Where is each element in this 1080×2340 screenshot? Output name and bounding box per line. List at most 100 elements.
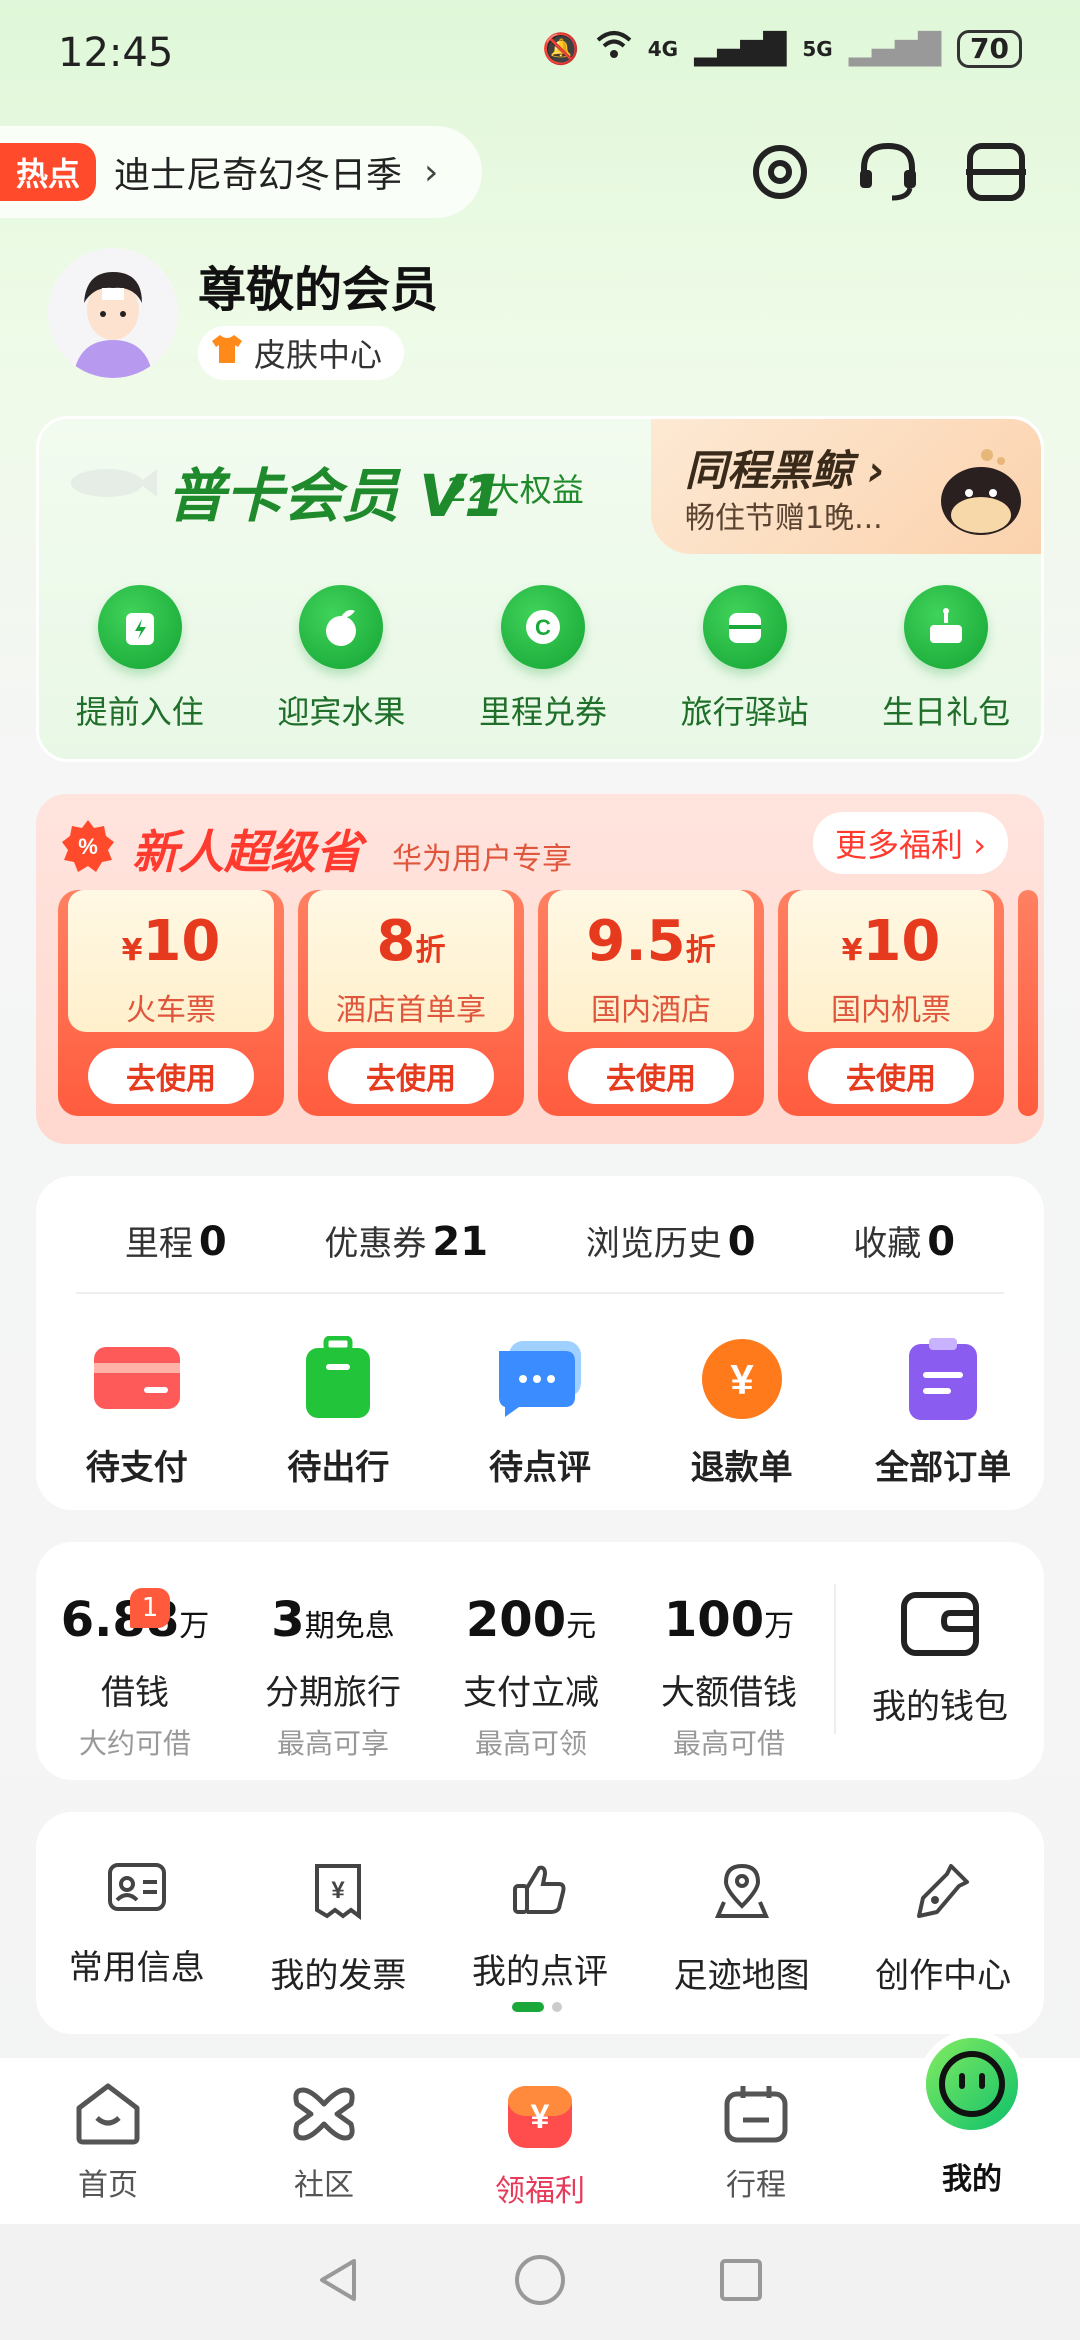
tab-trips[interactable]: 行程 xyxy=(681,2082,831,2204)
order-all[interactable]: 全部订单 xyxy=(858,1338,1028,1489)
back-icon[interactable] xyxy=(314,2255,364,2309)
perk-label: 旅行驿站 xyxy=(680,693,809,731)
order-pending-payment[interactable]: 待支付 xyxy=(52,1338,222,1489)
tool-shortcuts: 常用信息 ¥ 我的发票 我的点评 足迹地图 创作中心 xyxy=(36,1812,1044,1997)
home-icon xyxy=(73,2082,143,2150)
coupon-prefix: ¥ xyxy=(841,933,863,968)
use-coupon-button[interactable]: 去使用 xyxy=(808,1048,974,1104)
customer-service-icon[interactable] xyxy=(852,136,924,208)
wallet-button[interactable]: 我的钱包 xyxy=(834,1584,1044,1734)
tool-invoice[interactable]: ¥ 我的发票 xyxy=(243,1862,433,1997)
use-coupon-button[interactable]: 去使用 xyxy=(568,1048,734,1104)
pen-icon xyxy=(915,1862,971,1924)
coupon-train[interactable]: ¥10 火车票 去使用 xyxy=(58,890,284,1116)
promo-subtitle: 华为用户专享 xyxy=(392,842,572,877)
coupon-peek[interactable] xyxy=(1018,890,1038,1116)
trip-icon xyxy=(721,2082,791,2150)
finance-value: 200 xyxy=(465,1592,567,1648)
perk-travel-station[interactable]: 旅行驿站 xyxy=(655,585,835,733)
finance-value: 3 xyxy=(271,1592,305,1648)
home-nav-icon[interactable] xyxy=(513,2253,567,2311)
tool-footprint-map[interactable]: 足迹地图 xyxy=(647,1862,837,1997)
battery-indicator: 70 xyxy=(957,30,1022,68)
coupon-domestic-hotel[interactable]: 9.5折 国内酒店 去使用 xyxy=(538,890,764,1116)
coupon-name: 国内酒店 xyxy=(591,993,711,1028)
tab-home[interactable]: 首页 xyxy=(33,2082,183,2204)
finance-loan[interactable]: 1 6.88万 借钱 大约可借 xyxy=(36,1588,234,1762)
clipboard-icon xyxy=(898,1338,988,1420)
use-coupon-button[interactable]: 去使用 xyxy=(328,1048,494,1104)
network-5g-label: 5G xyxy=(802,37,833,61)
tab-benefits[interactable]: ¥ 领福利 xyxy=(465,2082,615,2210)
stat-value: 0 xyxy=(927,1219,956,1265)
membership-benefits[interactable]: 22大权益 xyxy=(447,465,584,511)
thumbs-up-icon xyxy=(511,1862,569,1920)
tab-community[interactable]: 社区 xyxy=(249,2082,399,2204)
black-whale-promo[interactable]: 同程黑鲸 › 畅住节赠1晚... xyxy=(651,419,1041,554)
scan-icon[interactable] xyxy=(960,136,1032,208)
recents-icon[interactable] xyxy=(716,2255,766,2309)
settings-icon[interactable] xyxy=(744,136,816,208)
clock: 12:45 xyxy=(58,30,174,76)
coupon-hotel-first[interactable]: 8折 酒店首单享 去使用 xyxy=(298,890,524,1116)
stat-value: 0 xyxy=(198,1219,227,1265)
finance-pay-discount[interactable]: 200元 支付立减 最高可领 xyxy=(432,1594,630,1762)
hot-topic-banner[interactable]: 热点 迪士尼奇幻冬日季 › xyxy=(0,126,482,218)
stat-mileage[interactable]: 里程 0 xyxy=(125,1216,227,1292)
skin-center-button[interactable]: 皮肤中心 xyxy=(198,326,405,380)
tshirt-icon xyxy=(210,333,244,373)
card-icon xyxy=(92,1338,182,1420)
tool-creator-center[interactable]: 创作中心 xyxy=(848,1862,1038,1997)
coupon-flight[interactable]: ¥10 国内机票 去使用 xyxy=(778,890,1004,1116)
perk-mileage-coupon[interactable]: C 里程兑券 xyxy=(453,585,633,733)
tool-common-info[interactable]: 常用信息 xyxy=(42,1862,232,1997)
community-icon xyxy=(289,2082,359,2150)
stat-coupons[interactable]: 优惠券 21 xyxy=(324,1216,488,1292)
order-label: 全部订单 xyxy=(875,1448,1012,1488)
membership-card[interactable]: 普卡会员 V1 22大权益 同程黑鲸 › 畅住节赠1晚... 提前入住 迎宾水果… xyxy=(36,416,1044,762)
promo-title: 新人超级省 xyxy=(132,825,362,879)
stat-history[interactable]: 浏览历史 0 xyxy=(586,1216,756,1292)
hot-topic-text: 迪士尼奇幻冬日季 xyxy=(114,155,403,196)
use-coupon-button[interactable]: 去使用 xyxy=(88,1048,254,1104)
status-bar: 12:45 🔕 4G ▂▄▆█ 5G ▂▄▆█ 70 xyxy=(0,0,1080,110)
tool-reviews[interactable]: 我的点评 xyxy=(445,1862,635,1997)
whale-title: 同程黑鲸 › xyxy=(685,446,885,495)
stat-value: 21 xyxy=(432,1219,489,1265)
orders-card: 里程 0 优惠券 21 浏览历史 0 收藏 0 待支付 待出行 待点评 ¥ 退款单 全部… xyxy=(36,1176,1044,1510)
notification-badge: 1 xyxy=(130,1588,170,1628)
order-pending-review[interactable]: 待点评 xyxy=(455,1338,625,1489)
coupon-value: 8 xyxy=(376,909,416,974)
finance-unit: 期免息 xyxy=(304,1609,395,1644)
order-label: 待点评 xyxy=(488,1448,591,1488)
finance-installment[interactable]: 3期免息 分期旅行 最高可享 xyxy=(234,1594,432,1762)
discount-badge-icon: % xyxy=(60,818,116,878)
order-pending-trip[interactable]: 待出行 xyxy=(253,1336,423,1489)
order-refund[interactable]: ¥ 退款单 xyxy=(657,1338,827,1489)
svg-text:¥: ¥ xyxy=(332,1877,346,1904)
finance-sub: 大约可借 xyxy=(78,1727,191,1760)
finance-value: 100 xyxy=(663,1592,765,1648)
more-benefits-button[interactable]: 更多福利 › xyxy=(813,812,1008,874)
coupon-value: 10 xyxy=(142,909,221,974)
avatar[interactable] xyxy=(48,248,178,378)
suitcase-icon xyxy=(293,1336,383,1420)
order-label: 待支付 xyxy=(85,1448,188,1488)
page-indicator xyxy=(512,2002,562,2012)
tool-label: 足迹地图 xyxy=(673,1956,810,1996)
stat-favorites[interactable]: 收藏 0 xyxy=(853,1216,955,1292)
perk-welcome-fruit[interactable]: 迎宾水果 xyxy=(251,585,431,733)
chevron-right-icon: › xyxy=(424,151,439,193)
order-label: 退款单 xyxy=(690,1448,793,1488)
tab-mine[interactable]: 我的 xyxy=(897,2028,1047,2198)
skin-center-label: 皮肤中心 xyxy=(254,336,383,374)
finance-large-loan[interactable]: 100万 大额借钱 最高可借 xyxy=(630,1594,828,1762)
order-shortcuts: 待支付 待出行 待点评 ¥ 退款单 全部订单 xyxy=(36,1294,1044,1489)
wifi-icon xyxy=(596,30,632,68)
luggage-icon xyxy=(97,585,182,669)
perk-birthday-gift[interactable]: 生日礼包 xyxy=(856,585,1036,733)
map-pin-icon xyxy=(714,1862,770,1924)
perk-early-checkin[interactable]: 提前入住 xyxy=(50,585,230,733)
finance-sub: 最高可领 xyxy=(474,1727,587,1760)
wallet-icon xyxy=(900,1591,980,1661)
